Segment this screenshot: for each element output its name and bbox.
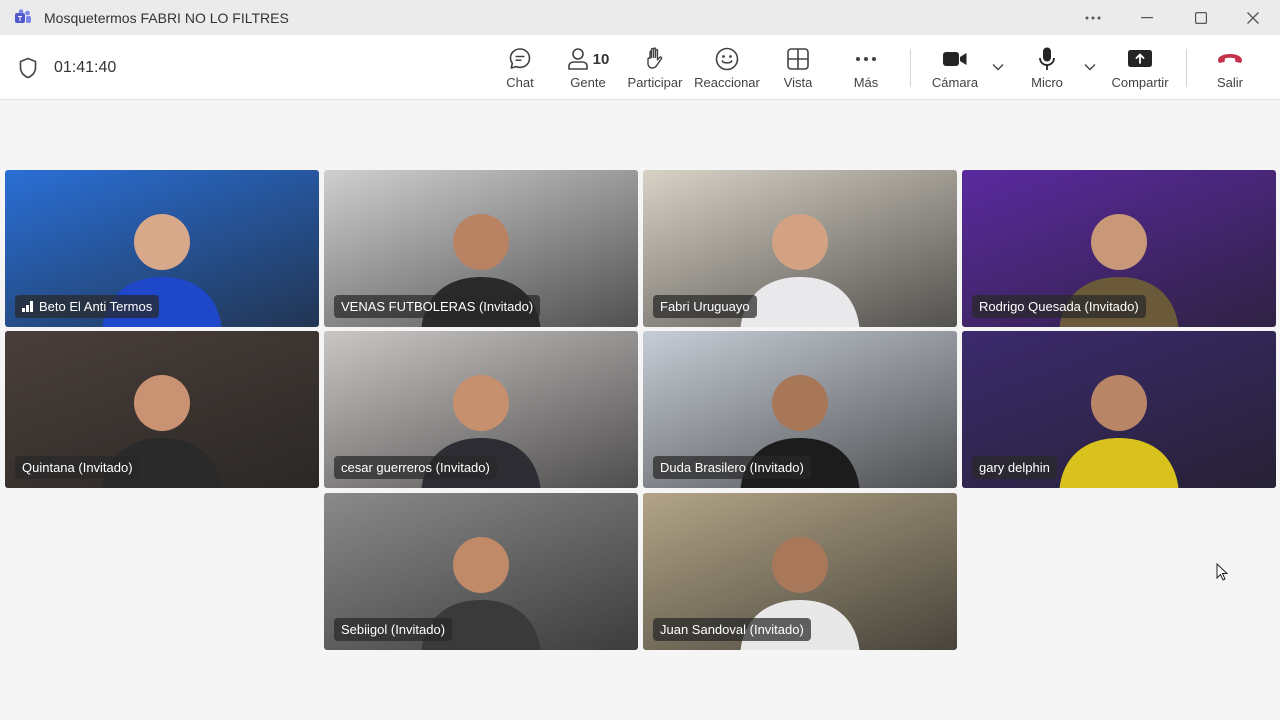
svg-text:T: T — [18, 16, 23, 23]
hand-icon — [647, 47, 663, 69]
more-label: Más — [853, 75, 879, 90]
camera-options-chevron-icon[interactable] — [991, 62, 1005, 72]
view-button[interactable]: Vista — [778, 45, 818, 95]
participant-tile[interactable]: Beto El Anti Termos — [5, 170, 319, 327]
mouse-cursor-icon — [1216, 563, 1228, 581]
share-button[interactable]: Compartir — [1108, 45, 1172, 95]
participant-name-label: Fabri Uruguayo — [653, 295, 757, 318]
meeting-timer: 01:41:40 — [54, 59, 117, 76]
mic-options-chevron-icon[interactable] — [1083, 62, 1097, 72]
window-close-button[interactable] — [1230, 0, 1276, 35]
participant-tile[interactable]: VENAS FUTBOLERAS (Invitado) — [324, 170, 638, 327]
participant-name-label: Quintana (Invitado) — [15, 456, 140, 479]
participant-tile[interactable]: cesar guerreros (Invitado) — [324, 331, 638, 488]
people-count: 10 — [592, 50, 610, 68]
more-button[interactable]: Más — [846, 45, 886, 95]
participant-name-label: VENAS FUTBOLERAS (Invitado) — [334, 295, 541, 318]
participant-name-label: Duda Brasilero (Invitado) — [653, 456, 811, 479]
window-titlebar: T Mosquetermos FABRI NO LO FILTRES — [0, 0, 1280, 35]
participant-tile[interactable]: Quintana (Invitado) — [5, 331, 319, 488]
minimize-icon — [1141, 16, 1153, 18]
participant-tile[interactable]: Rodrigo Quesada (Invitado) — [962, 170, 1276, 327]
window-title: Mosquetermos FABRI NO LO FILTRES — [44, 10, 289, 26]
participant-name: VENAS FUTBOLERAS (Invitado) — [341, 299, 534, 314]
participant-name: Rodrigo Quesada (Invitado) — [979, 299, 1139, 314]
mic-label: Micro — [1031, 75, 1063, 90]
participant-name: Juan Sandoval (Invitado) — [660, 622, 804, 637]
participant-video-silhouette — [1059, 375, 1179, 488]
leave-button[interactable]: Salir — [1210, 45, 1250, 95]
grid-view-icon — [787, 48, 809, 70]
people-label: Gente — [570, 75, 606, 90]
camera-label: Cámara — [931, 75, 979, 90]
participant-tile[interactable]: Duda Brasilero (Invitado) — [643, 331, 957, 488]
participant-name-label: Juan Sandoval (Invitado) — [653, 618, 811, 641]
participant-name: cesar guerreros (Invitado) — [341, 460, 490, 475]
participant-name-label: Rodrigo Quesada (Invitado) — [972, 295, 1146, 318]
raise-hand-button[interactable]: Participar — [626, 45, 684, 95]
microphone-icon — [1039, 47, 1055, 70]
participant-name: gary delphin — [979, 460, 1050, 475]
chat-icon — [509, 48, 531, 69]
teams-icon: T — [15, 9, 31, 23]
share-label: Compartir — [1111, 75, 1169, 90]
window-minimize-button[interactable] — [1124, 0, 1170, 35]
toolbar-divider — [910, 49, 911, 87]
window-more-button[interactable] — [1070, 0, 1116, 35]
view-label: Vista — [783, 75, 813, 90]
participant-name-label: Beto El Anti Termos — [15, 295, 160, 318]
more-horizontal-icon — [1085, 16, 1101, 19]
participant-name: Quintana (Invitado) — [22, 460, 133, 475]
share-screen-icon — [1128, 50, 1152, 67]
camera-button[interactable]: Cámara — [928, 45, 982, 95]
participant-name: Sebiigol (Invitado) — [341, 622, 446, 637]
toolbar-divider — [1186, 49, 1187, 87]
chat-label: Chat — [506, 75, 534, 90]
participant-name: Fabri Uruguayo — [660, 299, 750, 314]
emoji-icon — [715, 47, 739, 71]
chat-button[interactable]: Chat — [500, 45, 540, 95]
window-maximize-button[interactable] — [1178, 0, 1224, 35]
participant-name-label: Sebiigol (Invitado) — [334, 618, 453, 641]
more-horizontal-icon — [856, 57, 876, 61]
participant-tile[interactable]: gary delphin — [962, 331, 1276, 488]
mic-button[interactable]: Micro — [1026, 45, 1068, 95]
participant-name-label: cesar guerreros (Invitado) — [334, 456, 497, 479]
react-button[interactable]: Reaccionar — [694, 45, 760, 95]
video-camera-icon — [943, 52, 967, 66]
leave-label: Salir — [1216, 75, 1243, 90]
participant-name: Duda Brasilero (Invitado) — [660, 460, 804, 475]
maximize-icon — [1195, 11, 1207, 24]
signal-strength-icon — [22, 301, 33, 312]
hang-up-icon — [1218, 54, 1242, 63]
close-icon — [1247, 11, 1259, 24]
meeting-toolbar: 01:41:40 Chat 10 Gente Participar Reacci… — [0, 35, 1280, 100]
participant-tile[interactable]: Juan Sandoval (Invitado) — [643, 493, 957, 650]
participant-name: Beto El Anti Termos — [39, 299, 153, 314]
shield-icon[interactable] — [18, 57, 38, 79]
raise-hand-label: Participar — [627, 75, 683, 90]
participant-tile[interactable]: Fabri Uruguayo — [643, 170, 957, 327]
participant-name-label: gary delphin — [972, 456, 1057, 479]
react-label: Reaccionar — [694, 75, 760, 90]
people-icon — [567, 48, 588, 70]
participant-tile[interactable]: Sebiigol (Invitado) — [324, 493, 638, 650]
people-button[interactable]: 10 Gente — [564, 45, 612, 95]
